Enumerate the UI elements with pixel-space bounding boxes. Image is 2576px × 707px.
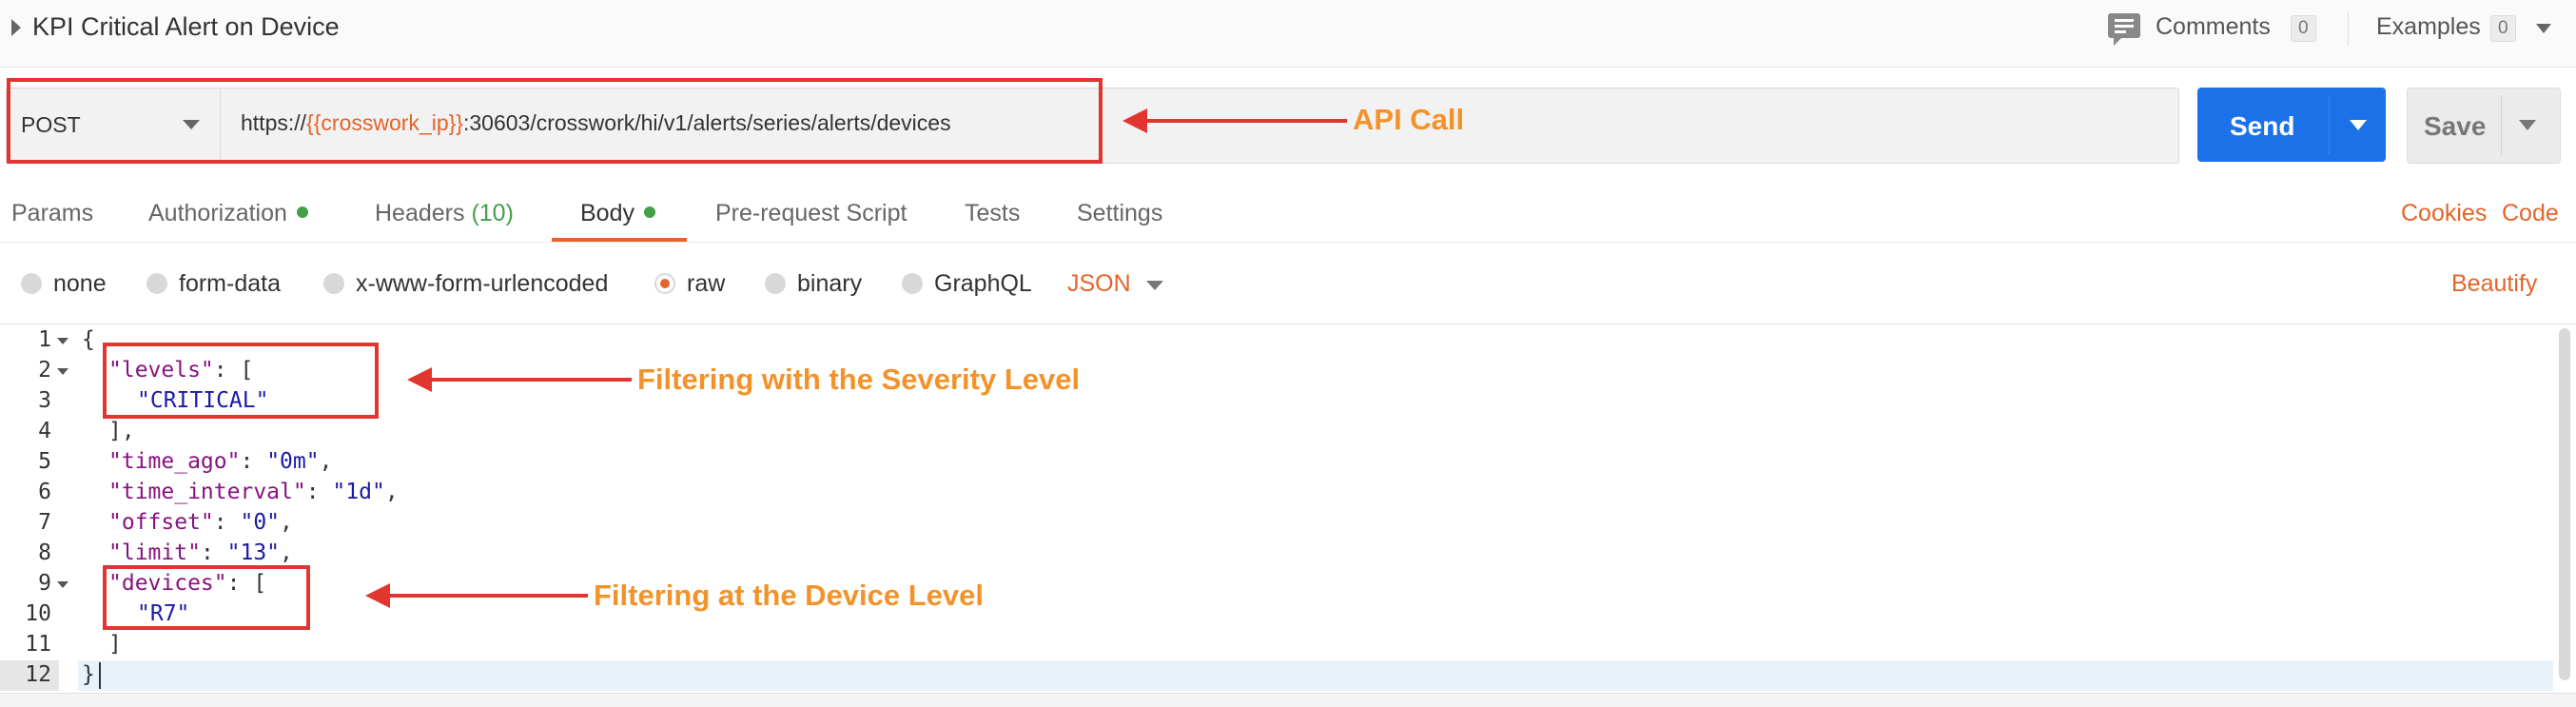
tab-settings[interactable]: Settings [1077, 200, 1162, 227]
api-call-note: API Call [1353, 103, 1465, 136]
code-editor[interactable] [0, 325, 2559, 693]
line-number: 9 [38, 571, 51, 596]
editor-scrollbar[interactable] [2559, 328, 2570, 680]
title-divider [2348, 11, 2349, 46]
code-line[interactable]: "time_ago": "0m", [108, 449, 332, 474]
tab-params[interactable]: Params [11, 200, 93, 227]
request-title[interactable]: KPI Critical Alert on Device [32, 12, 340, 42]
tab-headers[interactable]: Headers (10) [375, 200, 514, 227]
line-number: 2 [38, 358, 51, 383]
status-dot-icon [296, 206, 308, 219]
radio-urlencoded[interactable] [323, 273, 344, 294]
expand-caret-icon[interactable] [11, 19, 21, 36]
send-split-divider [2329, 95, 2330, 154]
beautify-link[interactable]: Beautify [2451, 270, 2537, 298]
code-line[interactable]: { [82, 327, 95, 352]
send-chevron-down-icon[interactable] [2350, 120, 2367, 130]
radio-form-data-label[interactable]: form-data [179, 270, 281, 298]
status-dot-icon [643, 206, 655, 219]
cookies-link[interactable]: Cookies [2401, 200, 2487, 227]
tab-tests[interactable]: Tests [965, 200, 1020, 227]
radio-binary-label[interactable]: binary [797, 270, 862, 298]
code-line[interactable]: ], [108, 419, 135, 443]
save-split-divider [2501, 95, 2502, 154]
severity-highlight-box [103, 343, 379, 419]
text-cursor [99, 662, 101, 689]
line-number: 7 [38, 510, 51, 535]
examples-button[interactable]: Examples [2376, 13, 2481, 41]
device-highlight-box [103, 565, 310, 630]
radio-graphql[interactable] [902, 273, 923, 294]
tabs-divider [0, 242, 2576, 243]
code-line[interactable]: "offset": "0", [108, 510, 293, 535]
code-line[interactable]: ] [108, 632, 122, 657]
comment-icon[interactable] [2108, 13, 2140, 46]
send-label[interactable]: Send [2230, 111, 2294, 142]
radio-graphql-label[interactable]: GraphQL [934, 270, 1032, 298]
api-call-arrow-head-icon [1122, 108, 1147, 133]
radio-form-data[interactable] [146, 273, 167, 294]
api-call-highlight-box [7, 78, 1103, 164]
tab-body-label: Body [580, 200, 634, 226]
radio-raw[interactable] [654, 273, 675, 294]
radio-urlencoded-label[interactable]: x-www-form-urlencoded [356, 270, 608, 298]
examples-chevron-down-icon[interactable] [2536, 24, 2551, 33]
radio-none-label[interactable]: none [53, 270, 107, 298]
line-number: 6 [38, 480, 51, 504]
line-number: 11 [25, 632, 51, 657]
severity-arrow-head-icon [407, 367, 432, 392]
code-line[interactable]: "limit": "13", [108, 540, 293, 565]
api-call-arrow-line [1145, 119, 1347, 123]
line-number: 1 [38, 327, 51, 352]
line-number: 12 [25, 662, 51, 687]
line-number: 8 [38, 540, 51, 565]
bottom-strip [0, 693, 2576, 707]
fold-chevron-down-icon[interactable] [57, 581, 68, 588]
line-number: 5 [38, 449, 51, 474]
radio-none[interactable] [21, 273, 42, 294]
device-note: Filtering at the Device Level [594, 579, 985, 612]
severity-note: Filtering with the Severity Level [637, 363, 1081, 396]
code-line[interactable]: } [82, 662, 95, 687]
device-arrow-head-icon [365, 583, 390, 608]
save-chevron-down-icon[interactable] [2519, 120, 2536, 130]
device-arrow-line [388, 594, 588, 598]
fold-chevron-down-icon[interactable] [57, 368, 68, 375]
tab-authorization-label: Authorization [148, 200, 287, 226]
tab-authorization[interactable]: Authorization [148, 200, 308, 227]
line-number: 10 [25, 601, 51, 626]
code-line[interactable]: "time_interval": "1d", [108, 480, 399, 504]
line-number: 3 [38, 388, 51, 413]
current-line-highlight [78, 660, 2553, 691]
format-select[interactable]: JSON [1067, 270, 1131, 298]
format-chevron-down-icon[interactable] [1146, 281, 1163, 290]
save-label[interactable]: Save [2424, 111, 2486, 142]
line-number: 4 [38, 419, 51, 443]
radio-raw-label[interactable]: raw [687, 270, 725, 298]
comments-count-badge: 0 [2291, 15, 2316, 42]
tab-headers-label: Headers [375, 200, 465, 226]
headers-count: (10) [471, 200, 514, 226]
fold-chevron-down-icon[interactable] [57, 338, 68, 344]
severity-arrow-line [430, 378, 632, 382]
tab-prerequest-script[interactable]: Pre-request Script [715, 200, 907, 227]
radio-binary[interactable] [765, 273, 786, 294]
tab-body[interactable]: Body [580, 200, 655, 227]
code-link[interactable]: Code [2502, 200, 2559, 227]
examples-count-badge: 0 [2490, 15, 2516, 42]
comments-button[interactable]: Comments [2156, 13, 2271, 41]
